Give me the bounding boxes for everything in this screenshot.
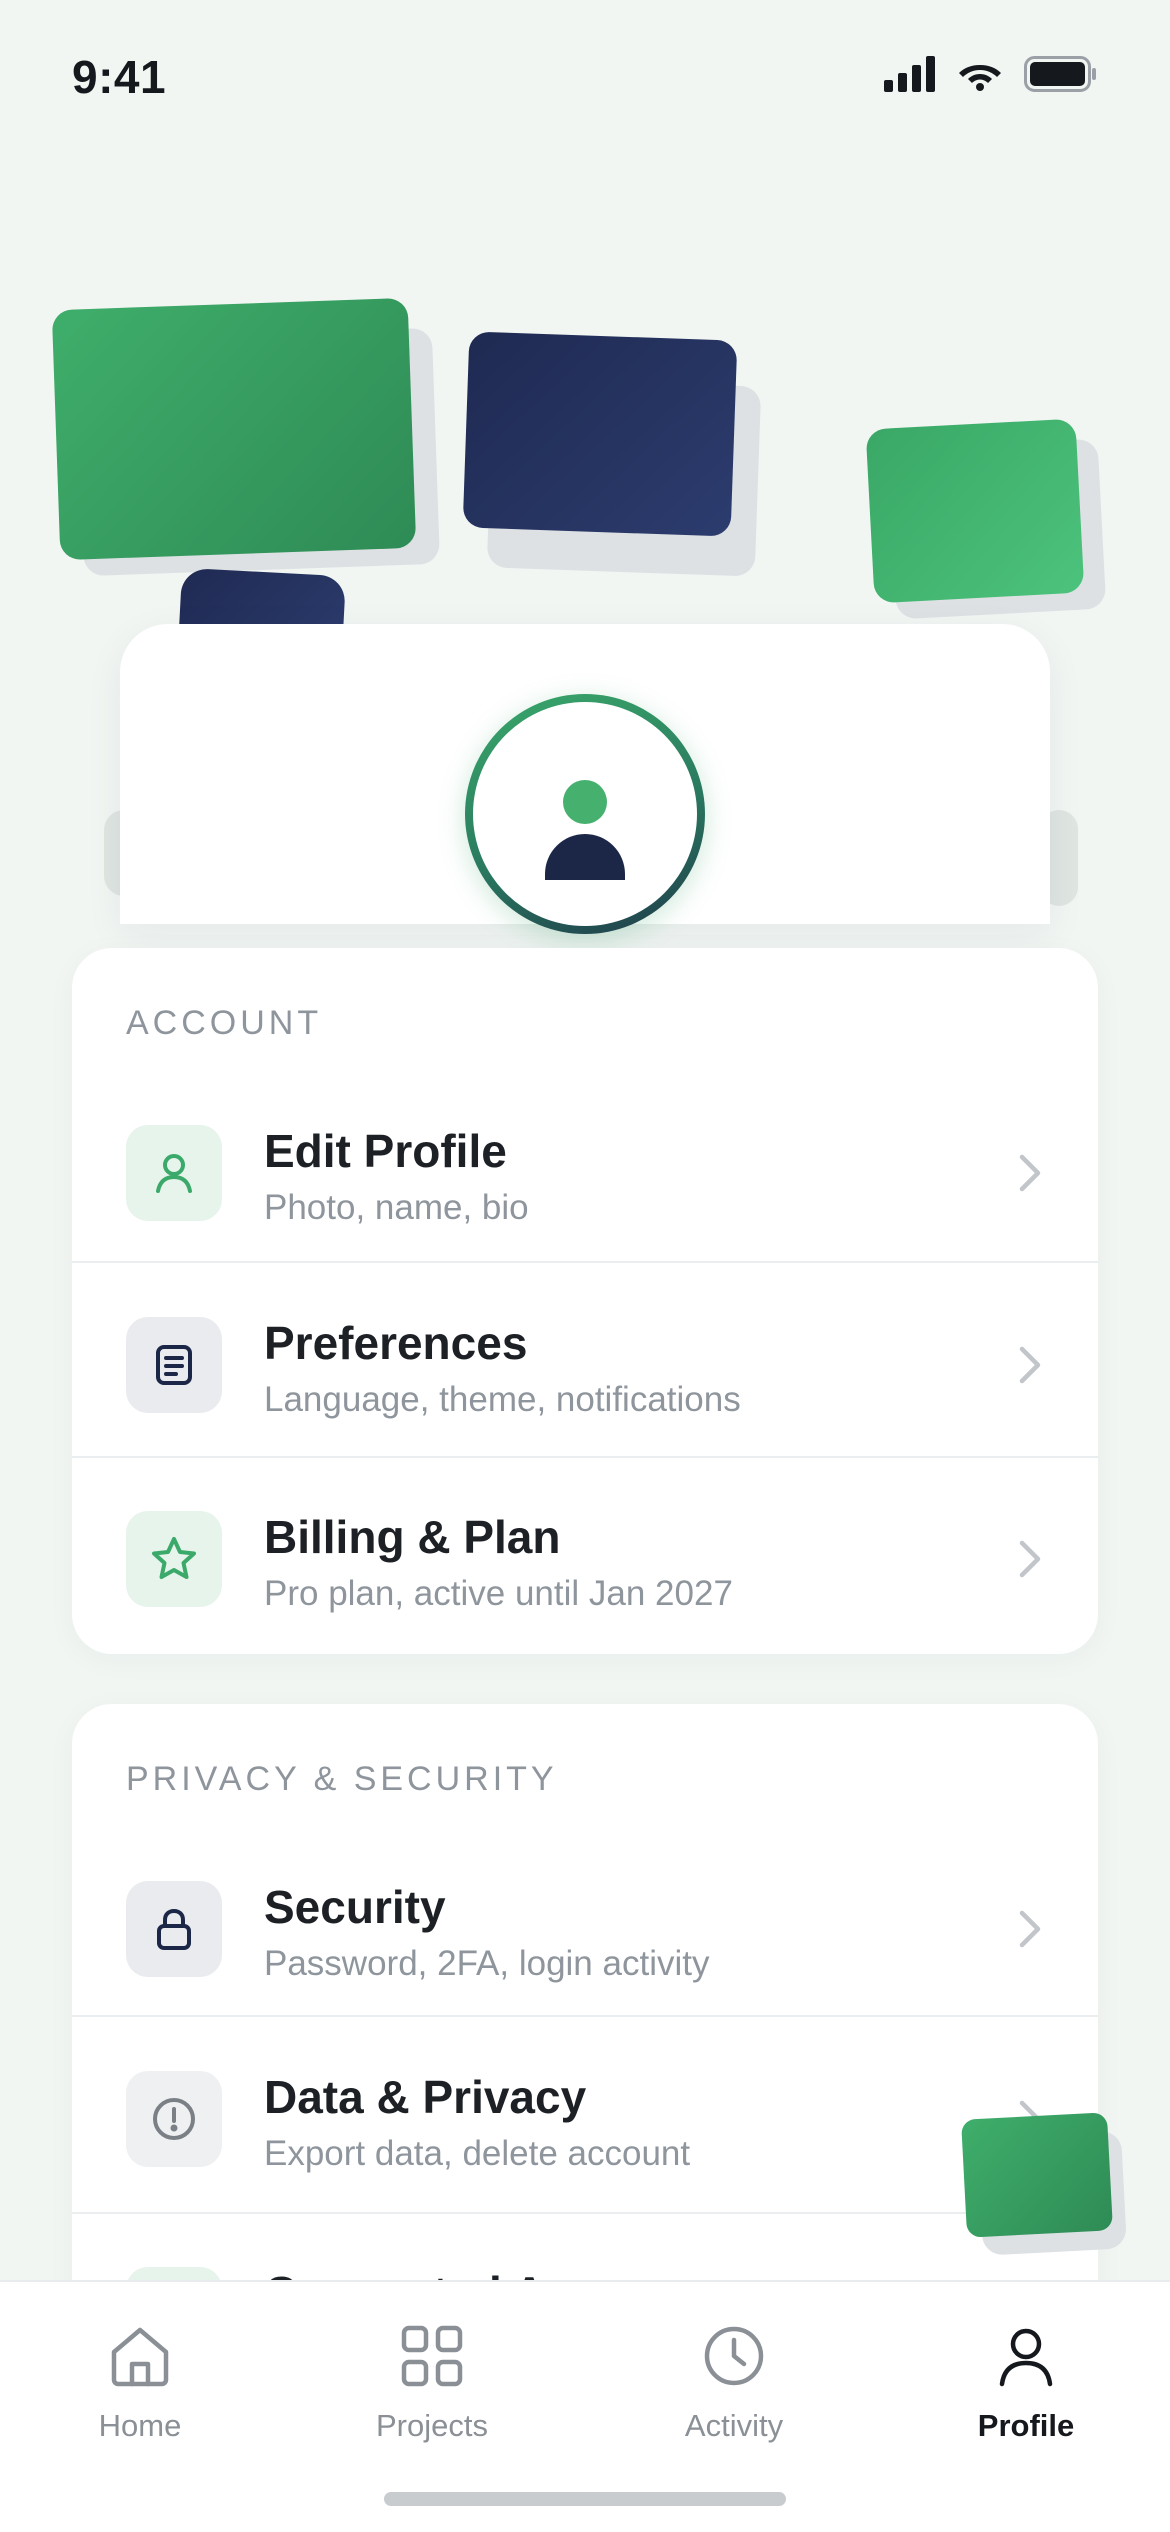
avatar[interactable] (465, 694, 705, 934)
nav-profile[interactable]: Profile (926, 2322, 1126, 2444)
status-bar: 9:41 (0, 0, 1170, 150)
user-icon (999, 2328, 1053, 2387)
profile-header-card (120, 624, 1050, 934)
grid-icon (401, 2325, 463, 2387)
chevron-right-icon (1019, 1540, 1041, 1578)
alert-circle-icon (126, 2071, 222, 2167)
wifi-icon (959, 65, 1001, 91)
row-divider (72, 1456, 1098, 1458)
row-subtitle: Pro plan, active until Jan 2027 (264, 1574, 733, 1613)
chevron-right-icon (1019, 1346, 1041, 1384)
decor-tile-green (961, 2112, 1113, 2238)
cellular-signal-icon (884, 56, 935, 92)
settings-row-preferences[interactable]: Preferences Language, theme, notificatio… (72, 1268, 1098, 1462)
row-subtitle: Password, 2FA, login activity (264, 1944, 710, 1983)
settings-row-security[interactable]: Security Password, 2FA, login activity (72, 1832, 1098, 2026)
row-subtitle: Export data, delete account (264, 2134, 691, 2173)
row-title: Data & Privacy (264, 2071, 587, 2123)
privacy-security-section: PRIVACY & SECURITY Security Password, 2F… (72, 1704, 1098, 2344)
clock-icon (704, 2326, 764, 2386)
nav-label: Activity (684, 2408, 784, 2443)
decor-tile-navy (462, 331, 738, 537)
account-section: ACCOUNT Edit Profile Photo, name, bio Pr… (72, 948, 1098, 1654)
nav-label: Profile (977, 2408, 1075, 2443)
chevron-right-icon (1019, 1910, 1041, 1948)
row-divider (72, 2015, 1098, 2017)
battery-icon (1024, 56, 1096, 92)
section-heading-privacy: PRIVACY & SECURITY (126, 1760, 558, 1798)
chevron-right-icon (1019, 1154, 1041, 1192)
avatar-head-shape (563, 780, 607, 824)
row-title: Security (264, 1881, 446, 1933)
status-icons (884, 56, 1098, 92)
settings-row-edit-profile[interactable]: Edit Profile Photo, name, bio (72, 1076, 1098, 1270)
star-icon (126, 1511, 222, 1607)
profile-screen: 9:41 ACCOUNT Edit Profile Photo, name, b… (0, 0, 1170, 2532)
row-divider (72, 2212, 1098, 2214)
row-subtitle: Language, theme, notifications (264, 1380, 741, 1419)
home-indicator (384, 2492, 786, 2506)
decor-tile-green (865, 418, 1085, 604)
status-time: 9:41 (72, 51, 167, 103)
home-icon (111, 2327, 169, 2387)
settings-row-data-privacy[interactable]: Data & Privacy Export data, delete accou… (72, 2022, 1098, 2216)
lock-icon (126, 1881, 222, 1977)
row-title: Edit Profile (264, 1125, 507, 1177)
row-title: Billing & Plan (264, 1511, 561, 1563)
nav-label: Home (98, 2408, 182, 2443)
section-heading-account: ACCOUNT (126, 1004, 323, 1042)
row-subtitle: Photo, name, bio (264, 1188, 529, 1227)
nav-activity[interactable]: Activity (634, 2322, 834, 2444)
avatar-inner (473, 702, 697, 926)
nav-label: Projects (376, 2408, 488, 2443)
row-divider (72, 1261, 1098, 1263)
nav-projects[interactable]: Projects (332, 2322, 532, 2444)
settings-row-billing[interactable]: Billing & Plan Pro plan, active until Ja… (72, 1462, 1098, 1654)
user-icon (126, 1125, 222, 1221)
document-icon (126, 1317, 222, 1413)
nav-home[interactable]: Home (40, 2322, 240, 2444)
row-title: Preferences (264, 1317, 528, 1369)
avatar-body-shape (545, 834, 625, 880)
decor-tile-green (51, 297, 417, 561)
